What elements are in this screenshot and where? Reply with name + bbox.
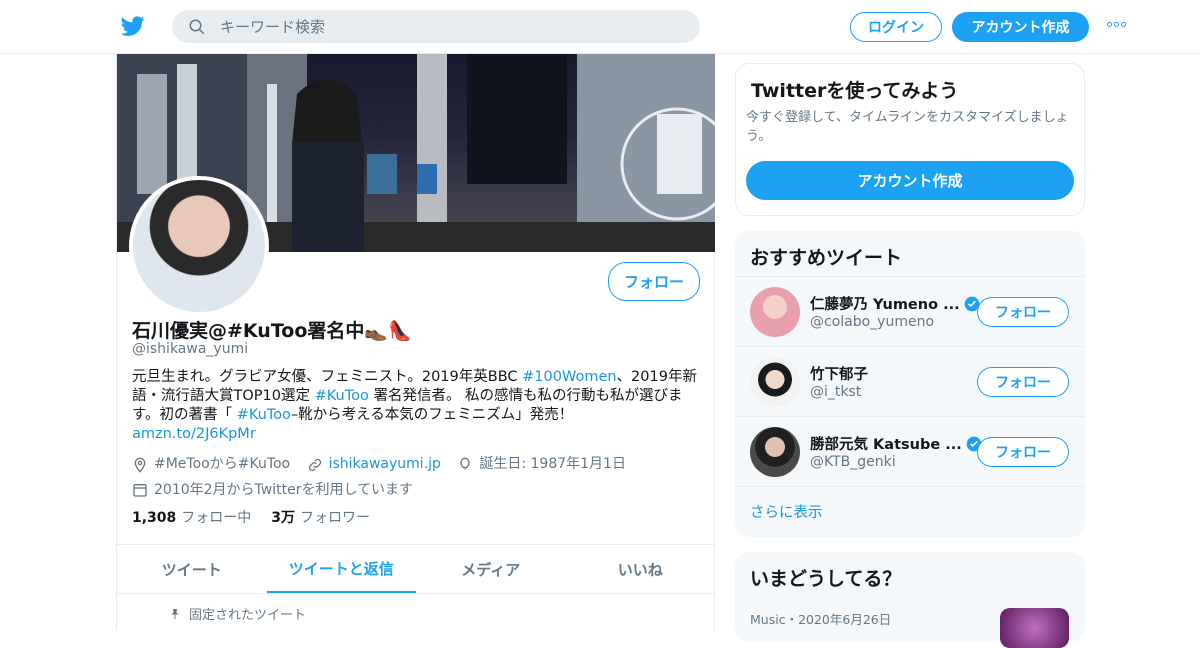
search-input[interactable] bbox=[220, 17, 660, 36]
recommend-user[interactable]: 竹下郁子 @i_tkst フォロー bbox=[735, 346, 1085, 416]
login-button[interactable]: ログイン bbox=[850, 12, 942, 42]
follow-button[interactable]: フォロー bbox=[608, 262, 700, 301]
profile-meta: #MeTooから#KuToo ishikawayumi.jp 誕生日: 1987… bbox=[132, 454, 702, 505]
signup-card-button[interactable]: アカウント作成 bbox=[746, 161, 1074, 200]
recommend-title: おすすめツイート bbox=[750, 247, 903, 269]
recommend-user-handle: @KTB_genki bbox=[810, 454, 896, 470]
profile-bio: 元旦生まれ。グラビア女優、フェミニスト。2019年英BBC #100Women、… bbox=[132, 368, 697, 444]
pinned-tweet-label: 固定されたツイート bbox=[169, 604, 306, 623]
recommend-user-name[interactable]: 仁藤夢乃 Yumeno ... bbox=[810, 293, 980, 314]
recommend-user-name[interactable]: 勝部元気 Katsube ... bbox=[810, 433, 982, 454]
profile-stats: 1,308 フォロー中 3万 フォロワー bbox=[132, 507, 370, 527]
calendar-icon bbox=[133, 484, 147, 497]
hashtag-link[interactable]: #KuToo bbox=[237, 407, 291, 423]
follow-button[interactable]: フォロー bbox=[977, 367, 1069, 397]
website-item[interactable]: ishikawayumi.jp bbox=[307, 454, 441, 475]
recommend-user[interactable]: 勝部元気 Katsube ... @KTB_genki フォロー bbox=[735, 416, 1085, 486]
following-stat[interactable]: 1,308 フォロー中 bbox=[132, 507, 251, 527]
top-bar: ログイン アカウント作成 bbox=[0, 0, 1200, 54]
location-item: #MeTooから#KuToo bbox=[132, 454, 290, 475]
user-name-text: 勝部元気 Katsube ... bbox=[810, 437, 962, 453]
balloon-icon bbox=[460, 457, 471, 470]
profile-tabs: ツイート ツイートと返信 メディア いいね bbox=[117, 544, 715, 594]
joined-text: 2010年2月からTwitterを利用しています bbox=[154, 481, 414, 498]
link-icon bbox=[308, 458, 321, 471]
search-icon bbox=[189, 19, 205, 34]
following-count: 1,308 bbox=[132, 510, 177, 526]
recommend-user-handle: @colabo_yumeno bbox=[810, 314, 935, 330]
signup-button[interactable]: アカウント作成 bbox=[952, 12, 1089, 42]
profile-name-text: 石川優実@#KuToo署名中👞👠 bbox=[132, 320, 412, 342]
profile-name: 石川優実@#KuToo署名中👞👠 bbox=[132, 316, 412, 343]
tab-tweets-and-replies[interactable]: ツイートと返信 bbox=[266, 545, 416, 593]
bio-text: 元旦生まれ。グラビア女優、フェミニスト。2019年英BBC bbox=[132, 369, 523, 385]
more-options-icon[interactable] bbox=[1107, 22, 1126, 27]
tab-media[interactable]: メディア bbox=[416, 545, 566, 593]
recommend-user-handle: @i_tkst bbox=[810, 384, 862, 400]
follow-button[interactable]: フォロー bbox=[977, 297, 1069, 327]
hashtag-link[interactable]: #100Women bbox=[522, 369, 616, 385]
trends-card: いまどうしてる？ Music・2020年6月26日 bbox=[735, 552, 1085, 648]
bio-text: –靴から考える本気のフェミニズム」発売！ bbox=[290, 407, 574, 423]
avatar[interactable] bbox=[750, 287, 800, 337]
location-text: #MeTooから#KuToo bbox=[154, 456, 291, 472]
birthday-text: 誕生日: 1987年1月1日 bbox=[479, 456, 626, 472]
bio-url-link[interactable]: amzn.to/2J6KpMr bbox=[132, 426, 256, 442]
profile-avatar[interactable] bbox=[129, 176, 269, 316]
followers-count: 3万 bbox=[271, 510, 296, 526]
user-name-text: 竹下郁子 bbox=[810, 367, 868, 383]
tab-tweets[interactable]: ツイート bbox=[117, 545, 267, 593]
profile-column: フォロー 石川優実@#KuToo署名中👞👠 @ishikawa_yumi 元旦生… bbox=[116, 54, 715, 630]
birthday-item: 誕生日: 1987年1月1日 bbox=[457, 454, 626, 475]
pin-icon bbox=[171, 608, 179, 619]
trend-thumbnail[interactable] bbox=[1000, 608, 1069, 648]
pinned-text: 固定されたツイート bbox=[189, 608, 307, 623]
twitter-logo-icon[interactable] bbox=[120, 14, 146, 38]
divider bbox=[735, 486, 1085, 487]
joined-item: 2010年2月からTwitterを利用しています bbox=[132, 480, 413, 501]
website-link[interactable]: ishikawayumi.jp bbox=[329, 454, 441, 475]
recommend-user-name[interactable]: 竹下郁子 bbox=[810, 363, 868, 384]
followers-stat[interactable]: 3万 フォロワー bbox=[271, 507, 370, 527]
trend-meta: Music・2020年6月26日 bbox=[750, 612, 892, 627]
follow-button[interactable]: フォロー bbox=[977, 437, 1069, 467]
signup-card: Twitterを使ってみよう 今すぐ登録して、タイムラインをカスタマイズしましょ… bbox=[735, 63, 1085, 216]
avatar[interactable] bbox=[750, 427, 800, 477]
location-pin-icon bbox=[134, 457, 146, 473]
user-name-text: 仁藤夢乃 Yumeno ... bbox=[810, 297, 960, 313]
signup-card-title: Twitterを使ってみよう bbox=[751, 80, 959, 102]
trends-title: いまどうしてる？ bbox=[750, 568, 902, 590]
signup-card-text: 今すぐ登録して、タイムラインをカスタマイズしましょう。 bbox=[746, 110, 1069, 144]
following-label: フォロー中 bbox=[181, 510, 252, 526]
tab-likes[interactable]: いいね bbox=[566, 545, 716, 593]
recommend-user[interactable]: 仁藤夢乃 Yumeno ... @colabo_yumeno フォロー bbox=[735, 276, 1085, 346]
search-box[interactable] bbox=[172, 10, 700, 43]
show-more-link[interactable]: さらに表示 bbox=[750, 501, 823, 522]
recommended-tweets-card: おすすめツイート 仁藤夢乃 Yumeno ... @colabo_yumeno … bbox=[735, 231, 1085, 537]
avatar[interactable] bbox=[750, 357, 800, 407]
hashtag-link[interactable]: #KuToo bbox=[315, 388, 369, 404]
followers-label: フォロワー bbox=[300, 510, 371, 526]
profile-handle: @ishikawa_yumi bbox=[132, 341, 249, 357]
